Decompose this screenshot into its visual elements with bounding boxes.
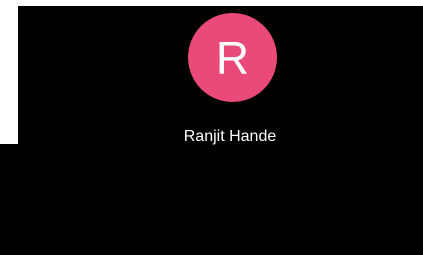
contact-screen: R Ranjit Hande	[0, 0, 423, 255]
contact-avatar[interactable]: R	[188, 13, 277, 102]
content-area	[0, 144, 423, 255]
contact-name: Ranjit Hande	[183, 128, 277, 145]
avatar-initial: R	[215, 31, 250, 84]
